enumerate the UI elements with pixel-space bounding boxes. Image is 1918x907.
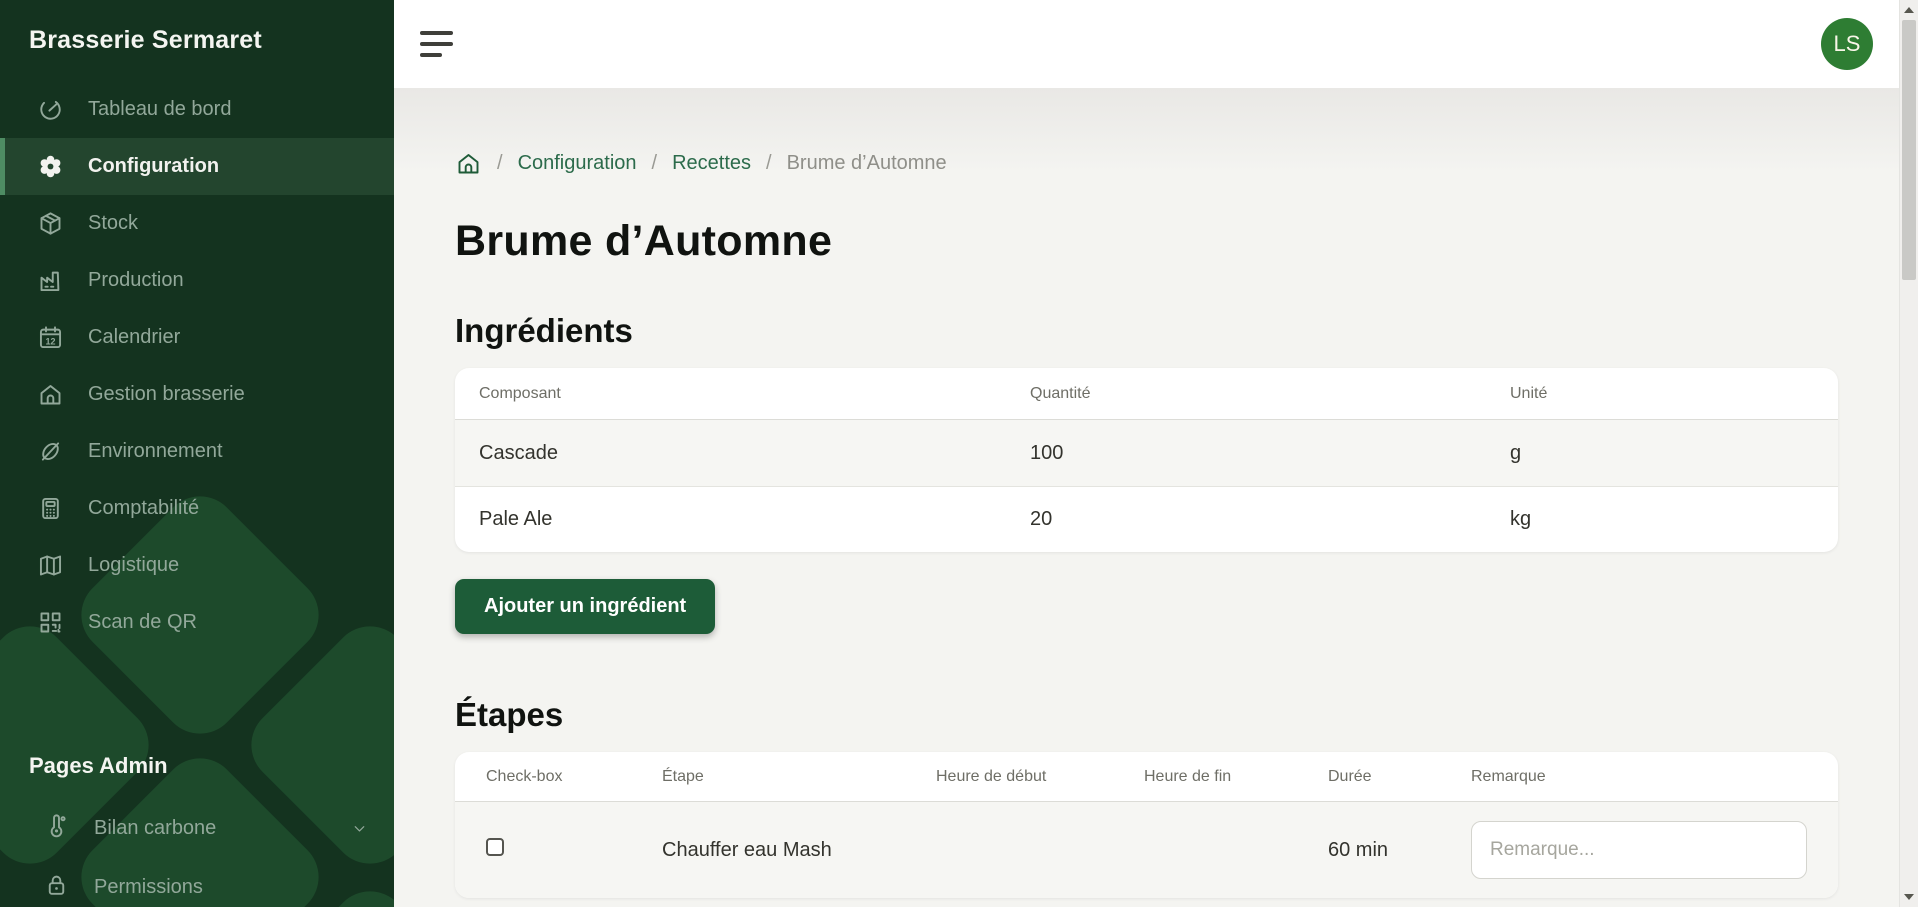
sidebar-item-label: Bilan carbone [94, 817, 216, 840]
cell-remarque [1471, 821, 1838, 879]
sidebar-item-label: Environnement [88, 440, 223, 463]
box-icon [37, 210, 64, 237]
sidebar: Brasserie Sermaret Tableau de bord [0, 0, 394, 907]
steps-table: Check-box Étape Heure de début Heure de … [455, 752, 1838, 898]
sidebar-item-production[interactable]: Production [0, 252, 394, 309]
ingredients-table-header: Composant Quantité Unité [455, 368, 1838, 420]
table-row[interactable]: Cascade 100 g [455, 420, 1838, 486]
gauge-icon [37, 96, 64, 123]
sidebar-item-label: Production [88, 269, 184, 292]
sidebar-item-scan-de-qr[interactable]: Scan de QR [0, 594, 394, 651]
sidebar-item-label: Stock [88, 212, 138, 235]
scroll-down-arrow[interactable] [1900, 889, 1918, 905]
sidebar-item-label: Comptabilité [88, 497, 199, 520]
sidebar-item-label: Calendrier [88, 326, 180, 349]
sidebar-item-calendrier[interactable]: 12 Calendrier [0, 309, 394, 366]
factory-icon [37, 267, 64, 294]
qr-icon [37, 609, 64, 636]
sidebar-item-bilan-carbone[interactable]: Bilan carbone [0, 799, 394, 858]
sidebar-item-stock[interactable]: Stock [0, 195, 394, 252]
table-row[interactable]: Pale Ale 20 kg [455, 486, 1838, 552]
sidebar-item-label: Scan de QR [88, 611, 197, 634]
ingredients-section-title: Ingrédients [455, 312, 1918, 350]
step-checkbox[interactable] [486, 838, 504, 856]
column-header-duree: Durée [1328, 768, 1471, 786]
cell-unite: kg [1486, 508, 1838, 531]
page-content: / Configuration / Recettes / Brume d’Aut… [394, 88, 1918, 907]
admin-section-label: Pages Admin [29, 753, 394, 779]
breadcrumb-link-configuration[interactable]: Configuration [518, 152, 637, 175]
sidebar-item-label: Tableau de bord [88, 98, 231, 121]
steps-table-header: Check-box Étape Heure de début Heure de … [455, 752, 1838, 802]
breadcrumb: / Configuration / Recettes / Brume d’Aut… [455, 150, 1918, 177]
column-header-quantite: Quantité [1006, 385, 1486, 403]
sidebar-item-gestion-brasserie[interactable]: Gestion brasserie [0, 366, 394, 423]
sidebar-item-tableau-de-bord[interactable]: Tableau de bord [0, 81, 394, 138]
cell-composant: Pale Ale [455, 508, 1006, 531]
scroll-up-arrow[interactable] [1900, 2, 1918, 18]
cell-duree: 60 min [1328, 839, 1471, 862]
breadcrumb-separator: / [497, 152, 503, 175]
sidebar-item-label: Configuration [88, 155, 219, 178]
column-header-heure-fin: Heure de fin [1144, 768, 1328, 786]
home-icon[interactable] [455, 150, 482, 177]
page-title: Brume d’Automne [455, 217, 1918, 266]
sidebar-item-label: Gestion brasserie [88, 383, 245, 406]
scrollbar-thumb[interactable] [1902, 20, 1916, 280]
steps-section-title: Étapes [455, 696, 1918, 734]
cell-quantite: 20 [1006, 508, 1486, 531]
sidebar-item-label: Permissions [94, 876, 203, 899]
topbar: LS [394, 0, 1918, 88]
column-header-heure-debut: Heure de début [936, 768, 1144, 786]
calendar-icon: 12 [37, 324, 64, 351]
table-row: Chauffer eau Mash 60 min [455, 802, 1838, 898]
scrollbar [1899, 0, 1918, 907]
remark-input[interactable] [1471, 821, 1807, 879]
sidebar-item-configuration[interactable]: Configuration [0, 138, 394, 195]
add-ingredient-button[interactable]: Ajouter un ingrédient [455, 579, 715, 634]
home-icon [37, 381, 64, 408]
gear-icon [37, 153, 64, 180]
sidebar-nav: Tableau de bord [0, 81, 394, 651]
avatar[interactable]: LS [1821, 18, 1873, 70]
main-area: LS / Configuration / Recettes / Brume d’… [394, 0, 1918, 907]
sidebar-item-environnement[interactable]: Environnement [0, 423, 394, 480]
breadcrumb-link-recettes[interactable]: Recettes [672, 152, 751, 175]
sidebar-item-comptabilite[interactable]: Comptabilité [0, 480, 394, 537]
svg-text:12: 12 [46, 336, 56, 346]
hamburger-menu-icon[interactable] [420, 31, 453, 57]
sidebar-item-logistique[interactable]: Logistique [0, 537, 394, 594]
column-header-etape: Étape [662, 768, 936, 786]
app-window: Brasserie Sermaret Tableau de bord [0, 0, 1918, 907]
lock-icon [43, 871, 70, 904]
sidebar-item-permissions[interactable]: Permissions [0, 858, 394, 907]
cell-composant: Cascade [455, 442, 1006, 465]
map-icon [37, 552, 64, 579]
column-header-unite: Unité [1486, 385, 1838, 403]
calculator-icon [37, 495, 64, 522]
cell-checkbox [486, 838, 662, 862]
column-header-composant: Composant [455, 385, 1006, 403]
sidebar-item-label: Logistique [88, 554, 179, 577]
breadcrumb-current: Brume d’Automne [787, 152, 947, 175]
cell-quantite: 100 [1006, 442, 1486, 465]
breadcrumb-separator: / [766, 152, 772, 175]
thermometer-icon [43, 812, 70, 845]
leaf-icon [37, 438, 64, 465]
cell-etape: Chauffer eau Mash [662, 839, 936, 862]
brand-title: Brasserie Sermaret [0, 0, 394, 55]
column-header-remarque: Remarque [1471, 768, 1838, 786]
ingredients-table: Composant Quantité Unité Cascade 100 g P… [455, 368, 1838, 552]
column-header-checkbox: Check-box [486, 768, 662, 786]
cell-unite: g [1486, 442, 1838, 465]
breadcrumb-separator: / [652, 152, 658, 175]
chevron-down-icon[interactable] [351, 820, 368, 837]
